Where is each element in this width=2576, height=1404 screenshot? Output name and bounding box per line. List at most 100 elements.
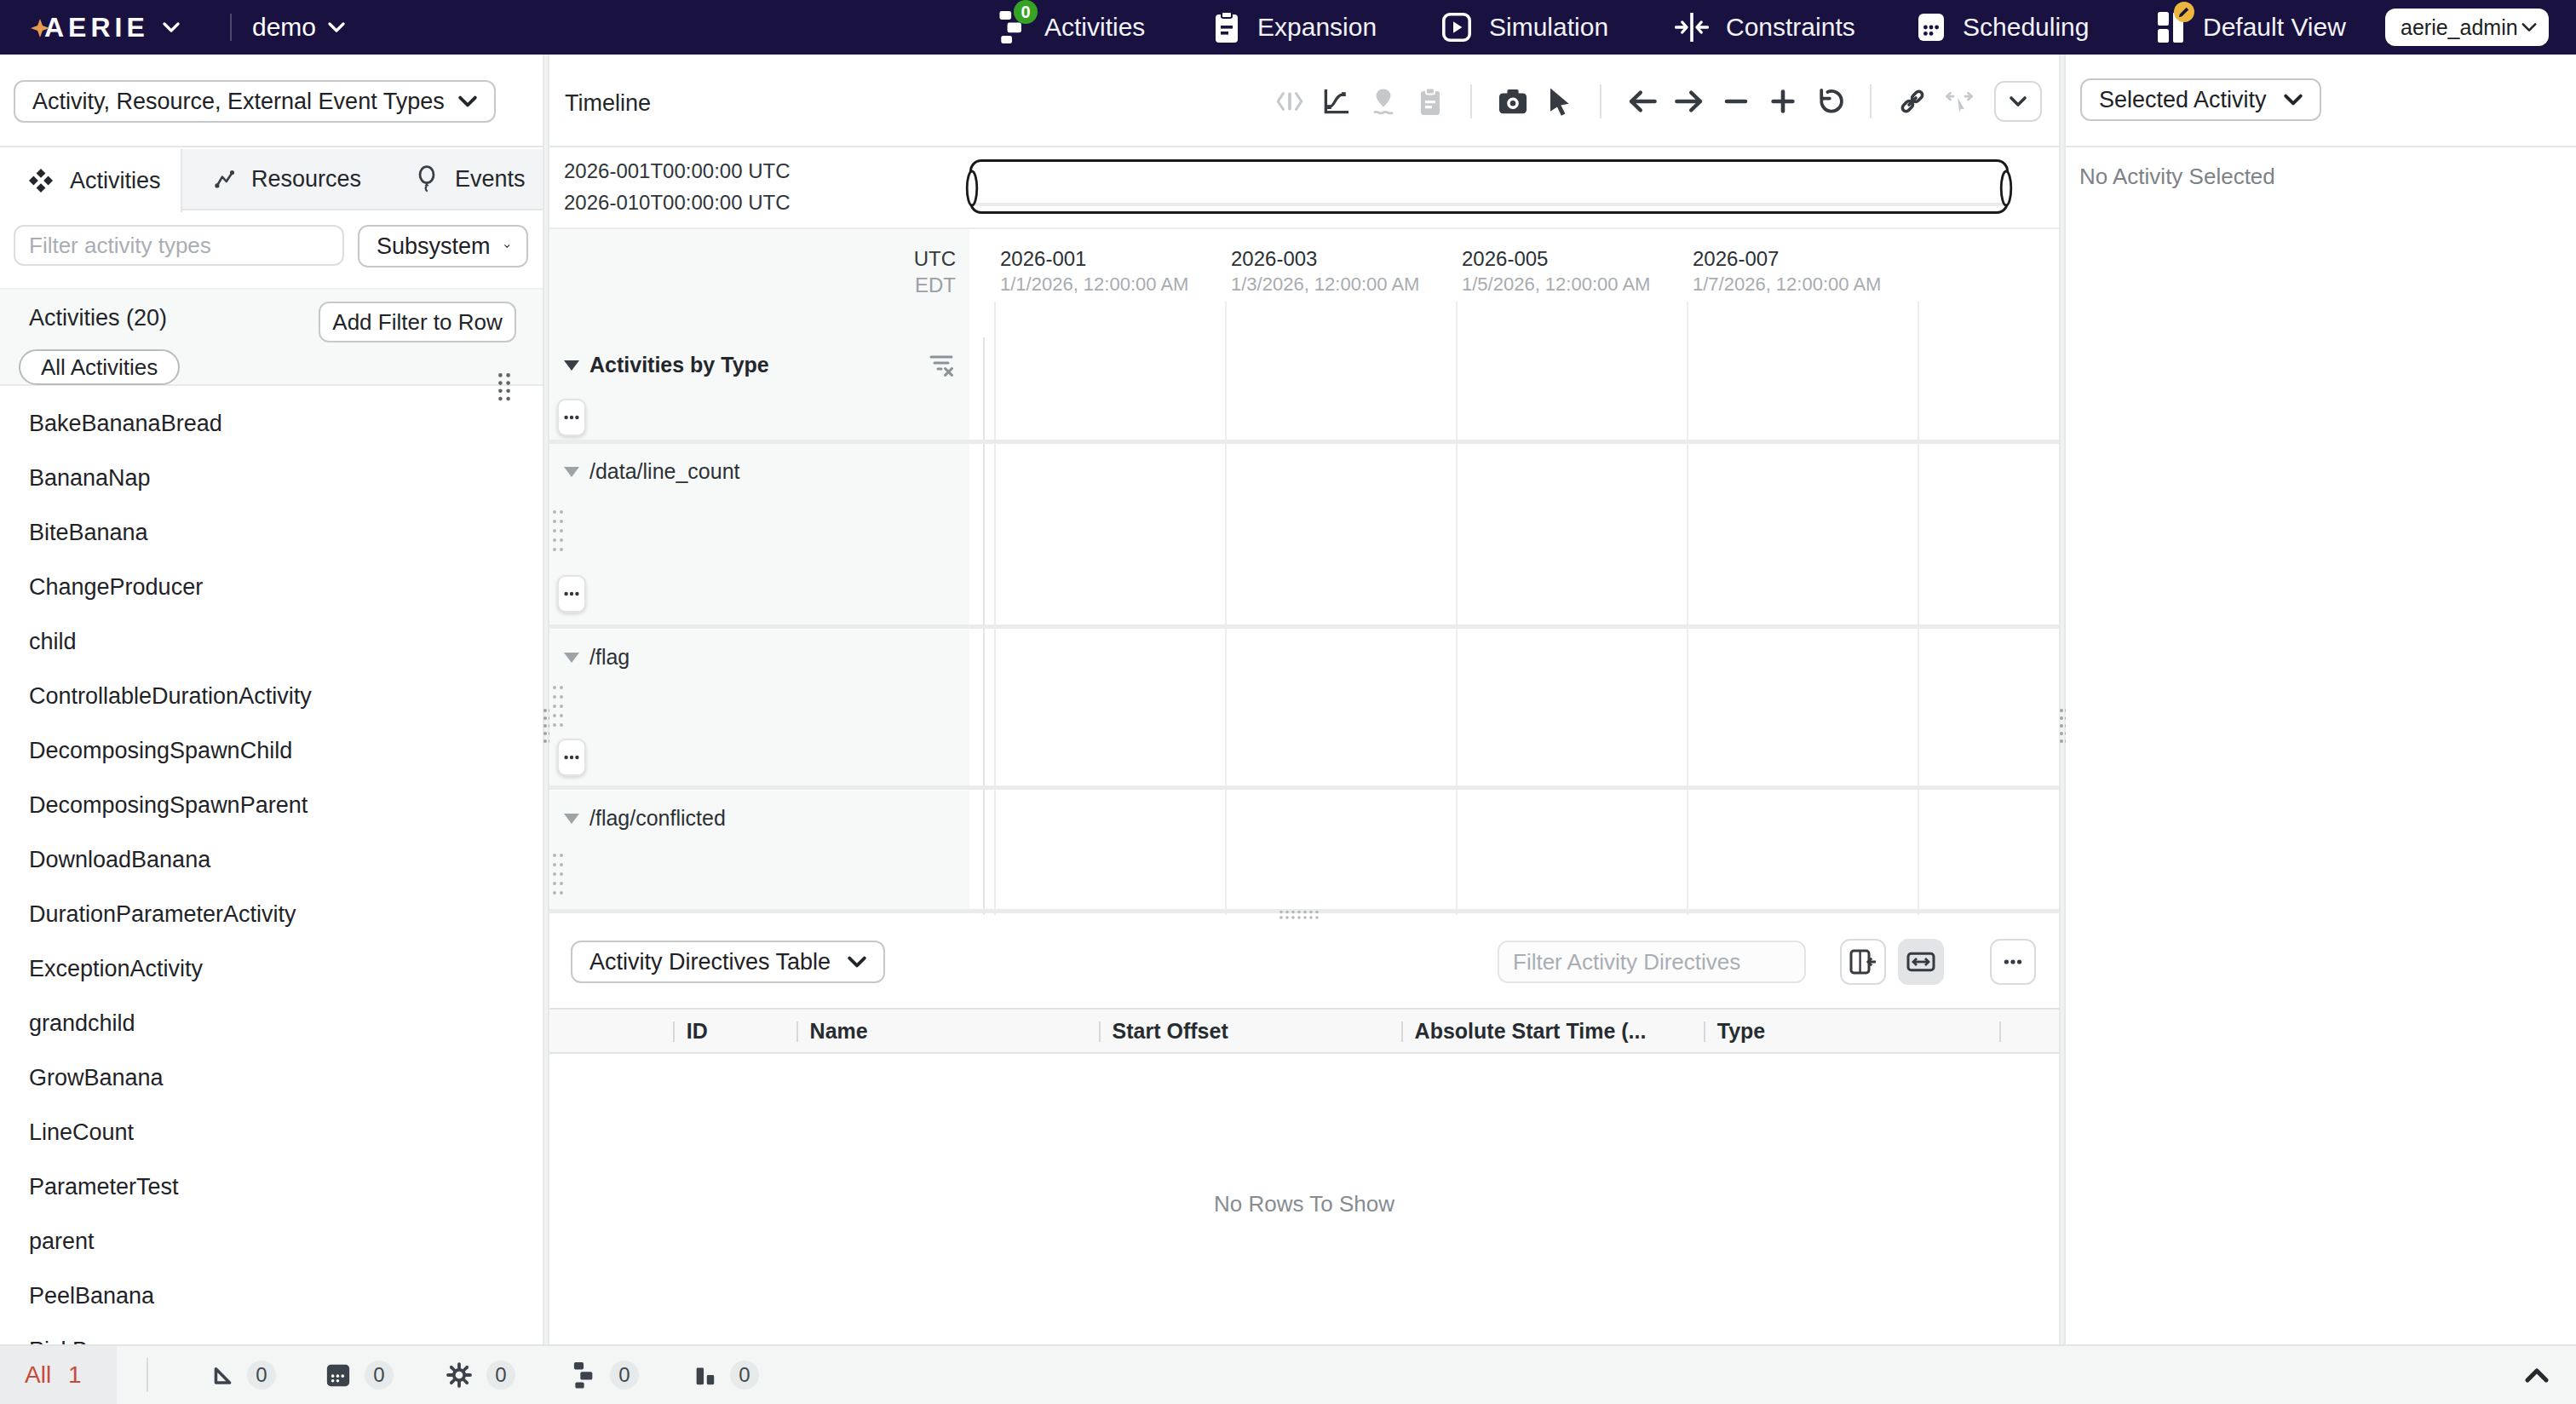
left-resize-gutter[interactable]: [543, 55, 549, 1344]
count-badge: 0: [365, 1361, 394, 1390]
zoom-out-icon[interactable]: [1722, 98, 1751, 105]
activity-type-item[interactable]: DecomposingSpawnParent: [0, 778, 543, 832]
reset-icon[interactable]: [1815, 87, 1844, 116]
zoom-in-icon[interactable]: [1768, 89, 1797, 114]
nav-item-simulation[interactable]: Simulation: [1441, 0, 1608, 55]
directives-filter-input[interactable]: [1498, 941, 1806, 983]
status-activities[interactable]: 0: [572, 1346, 639, 1404]
right-type-selector[interactable]: Selected Activity: [2080, 78, 2321, 121]
arrow-right-icon[interactable]: [1675, 89, 1704, 114]
subsystem-selector[interactable]: Subsystem: [358, 225, 528, 268]
status-scheduling[interactable]: 0: [325, 1346, 394, 1404]
nav-item-activities[interactable]: 0 Activities: [997, 0, 1145, 55]
activity-type-item[interactable]: ChangeProducer: [0, 560, 543, 614]
timeline-brush[interactable]: [969, 159, 2009, 214]
activity-type-item[interactable]: grandchild: [0, 996, 543, 1050]
table-column-header[interactable]: Type: [1704, 1010, 1999, 1052]
row-menu-button[interactable]: [557, 399, 586, 436]
table-type-selector[interactable]: Activity Directives Table: [571, 941, 885, 983]
row-title[interactable]: /flag/conflicted: [589, 806, 726, 831]
row-title[interactable]: /flag: [589, 645, 630, 670]
link-icon[interactable]: [1898, 86, 1927, 117]
plan-selector[interactable]: demo: [252, 0, 345, 55]
all-activities-chip[interactable]: All Activities: [19, 349, 180, 385]
row-separator[interactable]: [549, 624, 2059, 629]
activity-type-item[interactable]: LineCount: [0, 1105, 543, 1159]
row-drag-handle-icon[interactable]: [551, 509, 565, 553]
activity-type-item[interactable]: ExceptionActivity: [0, 941, 543, 996]
activity-type-item[interactable]: child: [0, 614, 543, 669]
pin-icon[interactable]: [1369, 88, 1398, 115]
code-editor-icon[interactable]: [1275, 89, 1304, 113]
fit-columns-icon-button[interactable]: [1898, 939, 1944, 985]
nav-item-scheduling[interactable]: Scheduling: [1917, 0, 2089, 55]
horizontal-drag-handle-icon[interactable]: [1279, 910, 1320, 920]
table-column-header[interactable]: Name: [796, 1010, 1099, 1052]
left-type-selector[interactable]: Activity, Resource, External Event Types: [14, 80, 496, 123]
table-column-header[interactable]: Start Offset: [1099, 1010, 1401, 1052]
tab-activities[interactable]: Activities: [0, 149, 182, 212]
status-constraints[interactable]: 0: [210, 1346, 276, 1404]
nav-item-constraints[interactable]: Constraints: [1675, 0, 1855, 55]
activity-type-item[interactable]: BiteBanana: [0, 505, 543, 560]
activities-badge: 0: [1014, 0, 1038, 24]
collapse-triangle-icon[interactable]: [564, 653, 579, 663]
row-drag-handle-icon[interactable]: [551, 852, 565, 896]
row-separator[interactable]: [549, 440, 2059, 444]
activity-type-item[interactable]: BananaNap: [0, 451, 543, 505]
tab-resources[interactable]: Resources: [182, 149, 361, 209]
filter-remove-icon[interactable]: [929, 353, 954, 377]
nav-item-default-view[interactable]: Default View: [2155, 0, 2346, 55]
camera-icon[interactable]: [1498, 88, 1527, 115]
right-resize-gutter[interactable]: [2059, 55, 2066, 1344]
brush-handle-left[interactable]: [964, 170, 980, 207]
table-column-header[interactable]: Absolute Start Time (...: [1401, 1010, 1704, 1052]
activity-type-item[interactable]: BakeBananaBread: [0, 396, 543, 451]
activity-type-item[interactable]: GrowBanana: [0, 1050, 543, 1105]
row-menu-button[interactable]: [557, 739, 586, 776]
nav-item-expansion[interactable]: Expansion: [1213, 0, 1377, 55]
clipboard-icon[interactable]: [1416, 87, 1445, 116]
collapse-triangle-icon[interactable]: [564, 467, 579, 477]
left-type-selector-label: Activity, Resource, External Event Types: [32, 89, 445, 115]
status-analysis[interactable]: 0: [693, 1346, 759, 1404]
collapse-triangle-icon[interactable]: [564, 360, 579, 371]
status-all-segment[interactable]: All 1: [0, 1346, 117, 1404]
activity-type-item[interactable]: DecomposingSpawnChild: [0, 723, 543, 778]
activity-type-item[interactable]: parent: [0, 1214, 543, 1269]
chevron-down-icon: [848, 956, 866, 968]
brush-handle-right[interactable]: [1998, 170, 2014, 207]
gridline: [1456, 302, 1458, 915]
unlink-cursor-icon[interactable]: [1945, 88, 1974, 115]
activity-type-filter-input[interactable]: [14, 225, 344, 266]
row-menu-button[interactable]: [557, 575, 586, 613]
line-chart-icon[interactable]: [1322, 87, 1351, 116]
nav-label: Simulation: [1489, 13, 1608, 42]
status-simulation[interactable]: 0: [446, 1346, 515, 1404]
row-separator[interactable]: [549, 785, 2059, 790]
table-column-header[interactable]: ID: [673, 1010, 796, 1052]
activity-type-item[interactable]: PickBanana: [0, 1323, 543, 1344]
expand-console-button[interactable]: [2523, 1365, 2550, 1387]
activity-type-item[interactable]: PeelBanana: [0, 1269, 543, 1323]
tab-events[interactable]: Events: [361, 149, 543, 209]
activity-type-item[interactable]: DownloadBanana: [0, 832, 543, 887]
edited-badge-icon: [2174, 2, 2194, 22]
activity-type-item[interactable]: DurationParameterActivity: [0, 887, 543, 941]
cursor-icon[interactable]: [1545, 87, 1574, 116]
row-drag-handle-icon[interactable]: [551, 684, 565, 728]
add-filter-to-row-button[interactable]: Add Filter to Row: [319, 302, 516, 342]
activity-type-item[interactable]: ControllableDurationActivity: [0, 669, 543, 723]
row-title[interactable]: Activities by Type: [589, 353, 769, 377]
activity-type-item[interactable]: ParameterTest: [0, 1159, 543, 1214]
row-label-area: Activities by Type: [549, 337, 969, 440]
table-menu-button[interactable]: [1990, 939, 2036, 985]
triangle-icon: [210, 1363, 233, 1387]
arrow-left-icon[interactable]: [1628, 89, 1657, 114]
aerie-logo[interactable]: AERIE: [24, 0, 180, 55]
user-menu[interactable]: aerie_admin: [2385, 9, 2549, 46]
open-panel-icon-button[interactable]: [1840, 939, 1886, 985]
collapse-triangle-icon[interactable]: [564, 814, 579, 824]
timeline-options-button[interactable]: [1994, 81, 2042, 122]
row-title[interactable]: /data/line_count: [589, 459, 740, 484]
